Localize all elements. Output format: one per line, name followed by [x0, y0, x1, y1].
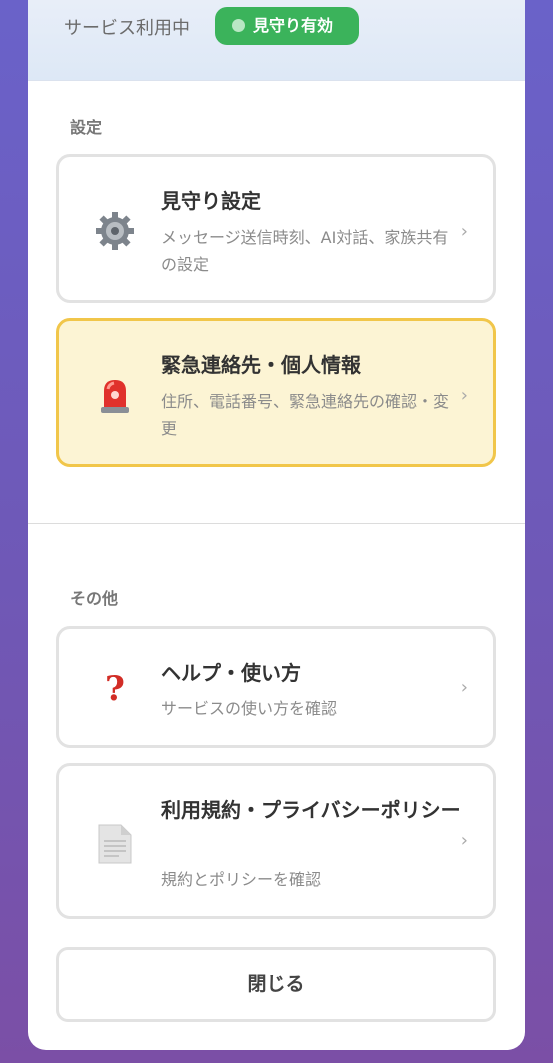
chevron-right-icon: ›: [460, 830, 468, 851]
item-title: 見守り設定: [161, 189, 261, 213]
watch-settings-item[interactable]: 見守り設定 メッセージ送信時刻、AI対話、家族共有の設定 ›: [56, 154, 496, 303]
help-item[interactable]: ? ヘルプ・使い方 サービスの使い方を確認 ›: [56, 626, 496, 748]
badge-label: 見守り有効: [253, 16, 334, 35]
service-status-label: サービス利用中: [64, 18, 190, 39]
section-title-other: その他: [70, 589, 119, 608]
siren-icon: [93, 373, 137, 417]
item-description: メッセージ送信時刻、AI対話、家族共有の設定: [161, 228, 449, 274]
section-title-settings: 設定: [70, 118, 103, 137]
item-description: 住所、電話番号、緊急連絡先の確認・変更: [161, 392, 450, 438]
document-icon: [93, 822, 137, 866]
settings-sheet: サービス利用中 見守り有効 設定 見守り設定 メッセージ送信時刻、AI対話、家族…: [28, 0, 525, 1050]
item-title: 利用規約・プライバシーポリシー: [161, 798, 461, 822]
item-description: 規約とポリシーを確認: [161, 870, 322, 889]
gear-icon: [93, 209, 137, 253]
close-button[interactable]: 閉じる: [56, 947, 496, 1022]
item-title: ヘルプ・使い方: [161, 661, 301, 685]
watch-active-badge: 見守り有効: [215, 7, 359, 45]
section-divider: [28, 523, 525, 524]
status-dot-icon: [232, 19, 245, 32]
item-description: サービスの使い方を確認: [161, 699, 338, 718]
terms-privacy-item[interactable]: 利用規約・プライバシーポリシー 規約とポリシーを確認 ›: [56, 763, 496, 919]
chevron-right-icon: ›: [460, 677, 468, 698]
chevron-right-icon: ›: [460, 385, 468, 406]
chevron-right-icon: ›: [460, 221, 468, 242]
item-title: 緊急連絡先・個人情報: [161, 353, 361, 377]
status-bar: サービス利用中 見守り有効: [28, 0, 525, 81]
emergency-contact-item[interactable]: 緊急連絡先・個人情報 住所、電話番号、緊急連絡先の確認・変更 ›: [56, 318, 496, 467]
question-icon: ?: [105, 669, 125, 709]
